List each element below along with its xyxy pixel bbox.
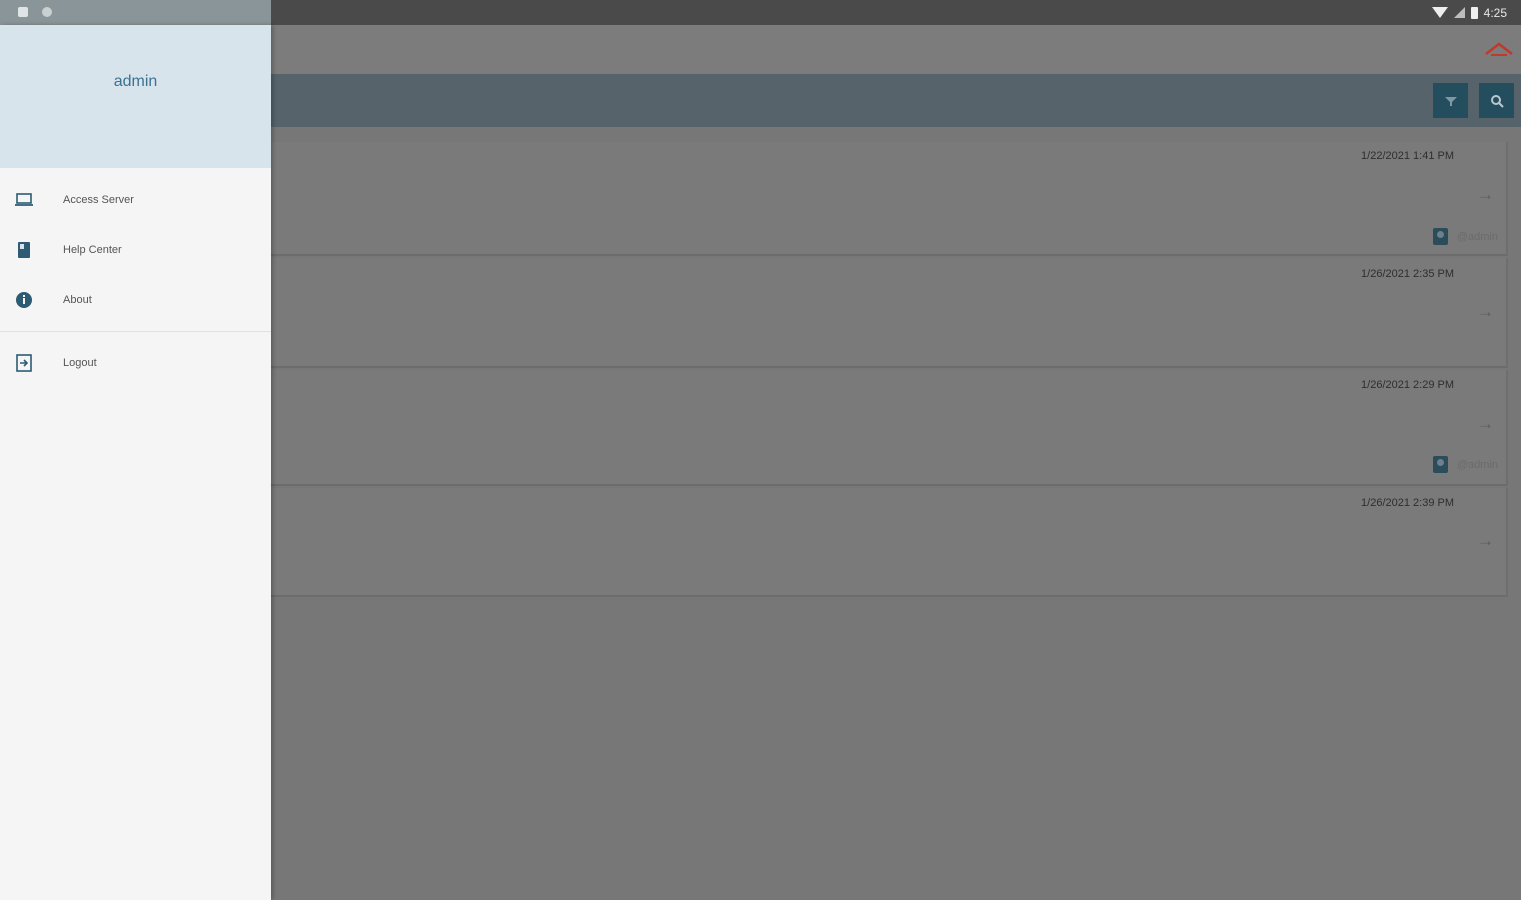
list-item[interactable]: 1/22/2021 1:41 PM → @admin xyxy=(271,142,1508,256)
card-user: @admin xyxy=(1432,228,1498,245)
home-icon[interactable] xyxy=(1484,41,1514,59)
filter-button[interactable] xyxy=(1433,83,1468,118)
menu-divider xyxy=(0,331,271,332)
status-bar-right: 4:25 xyxy=(1431,5,1507,20)
arrow-right-icon[interactable]: → xyxy=(1477,302,1494,322)
user-badge-icon xyxy=(1432,456,1448,473)
laptop-icon xyxy=(15,193,33,206)
filter-icon xyxy=(1444,96,1457,106)
status-bar: 4:25 xyxy=(0,0,1521,25)
book-icon xyxy=(18,242,30,258)
app-bar xyxy=(271,25,1521,74)
status-time: 4:25 xyxy=(1483,5,1507,20)
card-date: 1/22/2021 1:41 PM xyxy=(1361,150,1454,162)
list-item[interactable]: 1/26/2021 2:29 PM → @admin xyxy=(271,370,1508,486)
logout-icon xyxy=(16,354,32,372)
menu-item-logout[interactable]: Logout xyxy=(0,342,271,384)
drawer-header: admin xyxy=(0,25,271,168)
arrow-right-icon[interactable]: → xyxy=(1477,414,1494,434)
menu-label: Logout xyxy=(63,357,97,369)
card-user-name: @admin xyxy=(1456,230,1498,243)
wifi-icon xyxy=(1431,7,1448,18)
sync-icon xyxy=(42,7,52,17)
menu-label: Help Center xyxy=(63,244,122,256)
signal-icon xyxy=(1453,7,1465,18)
info-icon xyxy=(16,292,32,308)
user-badge-icon xyxy=(1432,228,1448,245)
list-item[interactable]: 1/26/2021 2:35 PM → xyxy=(271,258,1508,368)
navigation-drawer: admin Access Server Help Center About Lo… xyxy=(0,25,271,900)
notification-icon xyxy=(18,7,28,17)
battery-icon xyxy=(1470,6,1478,19)
search-icon xyxy=(1490,94,1504,108)
status-bar-left xyxy=(0,0,271,25)
card-date: 1/26/2021 2:29 PM xyxy=(1361,379,1454,391)
card-user-name: @admin xyxy=(1456,458,1498,471)
toolbar xyxy=(271,74,1521,127)
menu-label: Access Server xyxy=(63,194,134,206)
search-button[interactable] xyxy=(1479,83,1514,118)
menu-item-access-server[interactable]: Access Server xyxy=(0,179,271,221)
card-user: @admin xyxy=(1432,456,1498,473)
list-item[interactable]: 1/26/2021 2:39 PM → xyxy=(271,488,1508,597)
menu-label: About xyxy=(63,294,92,306)
card-date: 1/26/2021 2:35 PM xyxy=(1361,268,1454,280)
arrow-right-icon[interactable]: → xyxy=(1477,185,1494,205)
menu-item-help-center[interactable]: Help Center xyxy=(0,229,271,271)
drawer-username: admin xyxy=(113,73,158,90)
menu-item-about[interactable]: About xyxy=(0,279,271,321)
card-date: 1/26/2021 2:39 PM xyxy=(1361,497,1454,509)
arrow-right-icon[interactable]: → xyxy=(1477,531,1494,551)
